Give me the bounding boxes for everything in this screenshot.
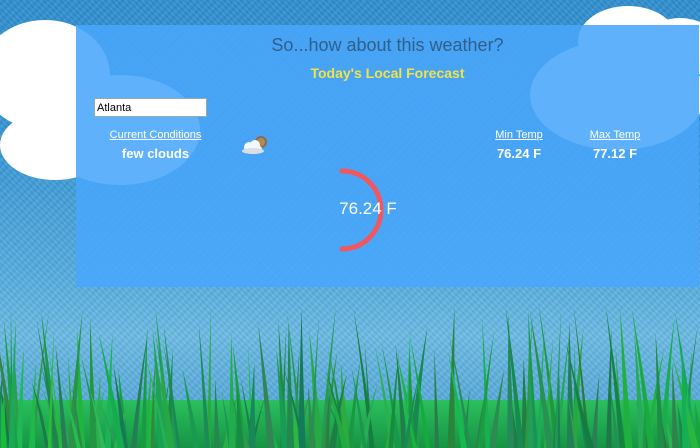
page-subtitle: Today's Local Forecast <box>310 65 465 81</box>
grass-blade <box>434 348 440 448</box>
min-temp-link[interactable]: Min Temp <box>484 129 554 141</box>
max-temp-link[interactable]: Max Temp <box>580 129 650 141</box>
gauge-value: 76.24 F <box>339 199 397 218</box>
min-temp-value: 76.24 F <box>496 146 542 161</box>
grass-illustration <box>0 303 700 448</box>
current-conditions-value: few clouds <box>121 146 190 161</box>
forecast-panel: So...how about this weather? Today's Loc… <box>76 25 699 287</box>
current-conditions-link[interactable]: Current Conditions <box>108 129 203 141</box>
city-input[interactable] <box>94 98 207 117</box>
grass-blade <box>228 332 236 448</box>
partly-cloudy-icon <box>242 136 267 154</box>
grass-blade <box>447 306 456 448</box>
max-temp-value: 77.12 F <box>592 146 638 161</box>
grass-blade <box>89 317 97 448</box>
page-title: So...how about this weather? <box>271 35 504 55</box>
